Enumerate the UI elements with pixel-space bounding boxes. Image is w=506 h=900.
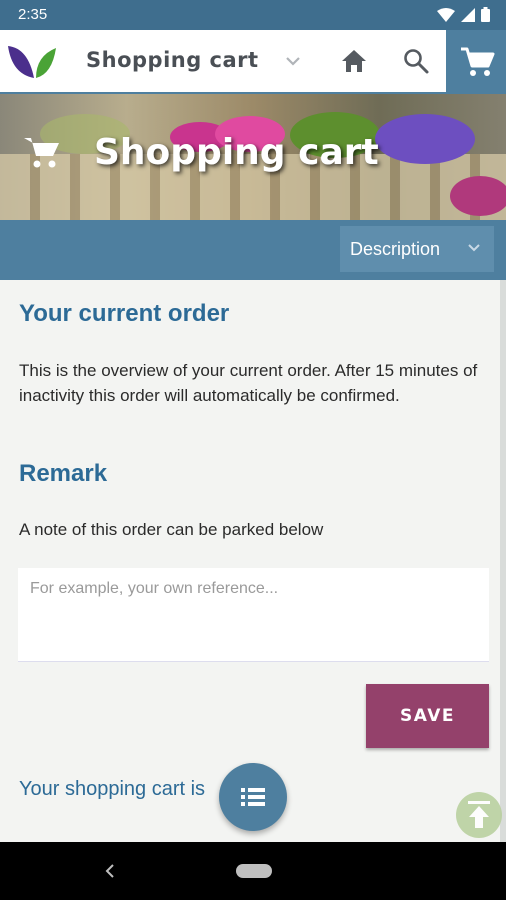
search-icon[interactable] bbox=[402, 47, 430, 75]
status-bar: 2:35 bbox=[0, 0, 506, 30]
status-time: 2:35 bbox=[18, 6, 48, 23]
remark-heading: Remark bbox=[19, 460, 108, 487]
battery-icon bbox=[481, 7, 490, 22]
home-icon[interactable] bbox=[340, 47, 368, 75]
app-bar-search-area: Shopping cart bbox=[0, 30, 446, 92]
menu-fab-button[interactable] bbox=[219, 763, 287, 831]
description-dropdown-label: Description bbox=[350, 239, 441, 259]
signal-icon bbox=[461, 7, 475, 22]
arrow-up-icon bbox=[468, 801, 490, 828]
main-content: Your current order This is the overview … bbox=[0, 280, 500, 842]
chevron-down-icon bbox=[468, 244, 480, 252]
scrollbar[interactable] bbox=[500, 280, 506, 842]
save-button[interactable]: SAVE bbox=[366, 684, 489, 748]
wifi-icon bbox=[437, 7, 455, 22]
list-icon bbox=[241, 788, 265, 806]
back-icon[interactable] bbox=[102, 862, 118, 880]
hero-cart-icon bbox=[24, 138, 59, 168]
scroll-to-top-button[interactable] bbox=[456, 792, 502, 838]
chevron-down-icon[interactable] bbox=[284, 52, 302, 70]
order-overview-text: This is the overview of your current ord… bbox=[19, 361, 478, 405]
current-order-heading: Your current order bbox=[19, 300, 230, 327]
description-dropdown[interactable]: Description bbox=[340, 226, 494, 272]
app-title[interactable]: Shopping cart bbox=[86, 48, 259, 72]
status-icons bbox=[437, 7, 490, 22]
home-gesture-pill[interactable] bbox=[236, 864, 272, 878]
system-nav-bar bbox=[0, 842, 506, 900]
cart-icon[interactable] bbox=[458, 46, 496, 78]
description-bar: Description bbox=[0, 220, 506, 280]
hero-banner: Shopping cart bbox=[0, 94, 506, 220]
hero-title: Shopping cart bbox=[94, 132, 379, 173]
logo-leaves-icon[interactable] bbox=[6, 42, 58, 82]
app-bar: Shopping cart bbox=[0, 30, 506, 94]
remark-input[interactable] bbox=[18, 568, 489, 662]
remark-note-text: A note of this order can be parked below bbox=[19, 520, 324, 539]
cart-status-text: Your shopping cart is bbox=[19, 778, 206, 800]
